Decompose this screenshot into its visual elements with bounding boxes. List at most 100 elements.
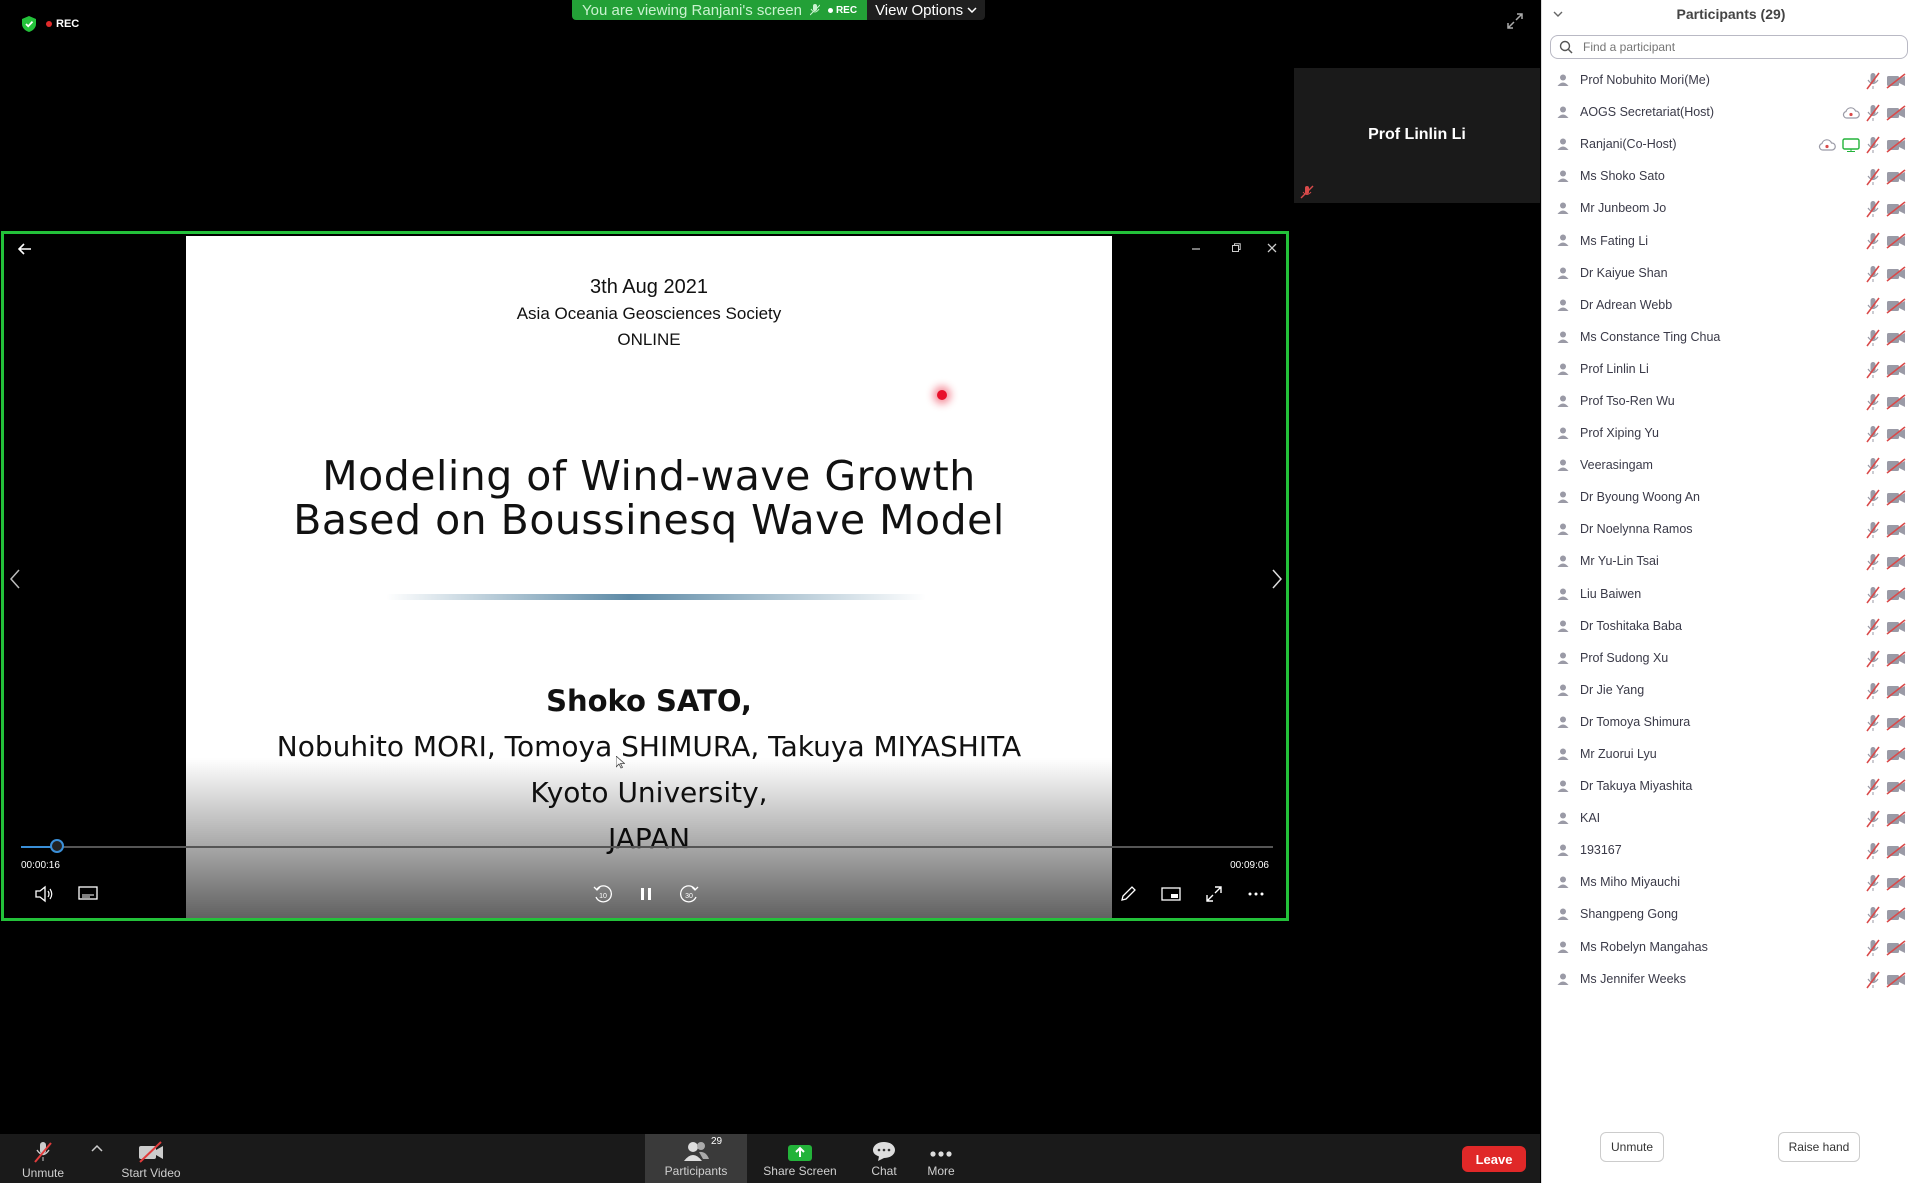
start-video-button[interactable]: Start Video — [118, 1134, 184, 1183]
muted-mic-icon[interactable] — [1866, 746, 1880, 769]
muted-mic-icon[interactable] — [1866, 618, 1880, 641]
video-off-icon[interactable] — [1886, 394, 1906, 415]
muted-mic-icon[interactable] — [1866, 874, 1880, 897]
video-off-icon[interactable] — [1886, 618, 1906, 640]
participant-row[interactable]: KAI — [1542, 802, 1920, 834]
pause-icon[interactable] — [634, 882, 658, 906]
muted-mic-icon[interactable] — [1866, 329, 1880, 352]
more-button[interactable]: More — [918, 1134, 964, 1183]
close-icon[interactable] — [1264, 240, 1280, 256]
participant-row[interactable]: Dr Kaiyue Shan — [1542, 257, 1920, 289]
muted-mic-icon[interactable] — [1866, 361, 1880, 384]
participant-row[interactable]: Mr Zuorui Lyu — [1542, 738, 1920, 770]
video-off-icon[interactable] — [1886, 458, 1906, 479]
participant-row[interactable]: Dr Takuya Miyashita — [1542, 770, 1920, 802]
chevron-right-icon[interactable] — [1270, 566, 1284, 592]
participant-row[interactable]: Prof Nobuhito Mori(Me) — [1542, 64, 1920, 96]
video-off-icon[interactable] — [1886, 490, 1906, 511]
muted-mic-icon[interactable] — [1866, 778, 1880, 801]
participant-row[interactable]: Veerasingam — [1542, 449, 1920, 481]
video-off-icon[interactable] — [1886, 298, 1906, 319]
muted-mic-icon[interactable] — [1866, 136, 1880, 159]
progress-knob[interactable] — [50, 839, 65, 853]
video-off-icon[interactable] — [1886, 715, 1906, 736]
audio-options-button[interactable] — [88, 1134, 106, 1183]
playback-progress-bar[interactable] — [21, 839, 1273, 853]
shield-icon[interactable] — [22, 16, 36, 32]
video-off-icon[interactable] — [1886, 233, 1906, 254]
chevron-left-icon[interactable] — [8, 566, 22, 592]
muted-mic-icon[interactable] — [1866, 425, 1880, 448]
video-off-icon[interactable] — [1886, 330, 1906, 351]
video-off-icon[interactable] — [1886, 105, 1906, 126]
video-off-icon[interactable] — [1886, 971, 1906, 993]
video-off-icon[interactable] — [1886, 362, 1906, 383]
muted-mic-icon[interactable] — [1866, 393, 1880, 416]
more-options-icon[interactable] — [1244, 882, 1268, 906]
participant-row[interactable]: 193167 — [1542, 834, 1920, 866]
muted-mic-icon[interactable] — [1866, 971, 1880, 994]
video-off-icon[interactable] — [1886, 265, 1906, 287]
participant-row[interactable]: Ms Constance Ting Chua — [1542, 321, 1920, 353]
muted-mic-icon[interactable] — [1866, 586, 1880, 609]
muted-mic-icon[interactable] — [1866, 457, 1880, 480]
fullscreen-icon[interactable] — [1506, 12, 1524, 30]
video-off-icon[interactable] — [1886, 586, 1906, 608]
muted-mic-icon[interactable] — [1866, 650, 1880, 673]
participant-row[interactable]: Liu Baiwen — [1542, 578, 1920, 610]
forward-30-icon[interactable]: 30 — [677, 882, 701, 906]
video-off-icon[interactable] — [1886, 683, 1906, 704]
share-screen-button[interactable]: Share Screen — [760, 1134, 840, 1183]
participant-row[interactable]: Dr Jie Yang — [1542, 674, 1920, 706]
panel-unmute-button[interactable]: Unmute — [1600, 1132, 1664, 1162]
muted-mic-icon[interactable] — [1866, 682, 1880, 705]
participant-row[interactable]: Ms Miho Miyauchi — [1542, 866, 1920, 898]
participant-row[interactable]: Ms Jennifer Weeks — [1542, 963, 1920, 995]
back-arrow-icon[interactable] — [16, 241, 34, 257]
muted-mic-icon[interactable] — [1866, 200, 1880, 223]
chat-button[interactable]: Chat — [860, 1134, 908, 1183]
participant-row[interactable]: Prof Xiping Yu — [1542, 417, 1920, 449]
participant-row[interactable]: AOGS Secretariat(Host) — [1542, 96, 1920, 128]
view-options-button[interactable]: View Options — [867, 0, 986, 20]
muted-mic-icon[interactable] — [1866, 842, 1880, 865]
video-off-icon[interactable] — [1886, 426, 1906, 447]
muted-mic-icon[interactable] — [1866, 265, 1880, 288]
participant-row[interactable]: Dr Tomoya Shimura — [1542, 706, 1920, 738]
captions-icon[interactable] — [76, 882, 100, 906]
muted-mic-icon[interactable] — [1866, 521, 1880, 544]
video-off-icon[interactable] — [1886, 939, 1906, 961]
video-off-icon[interactable] — [1886, 779, 1906, 800]
participant-row[interactable]: Prof Sudong Xu — [1542, 642, 1920, 674]
participant-row[interactable]: Prof Linlin Li — [1542, 353, 1920, 385]
muted-mic-icon[interactable] — [1866, 297, 1880, 320]
muted-mic-icon[interactable] — [1866, 104, 1880, 127]
muted-mic-icon[interactable] — [1866, 72, 1880, 95]
participant-row[interactable]: Dr Byoung Woong An — [1542, 481, 1920, 513]
video-off-icon[interactable] — [1886, 651, 1906, 672]
video-off-icon[interactable] — [1886, 747, 1906, 768]
video-off-icon[interactable] — [1886, 554, 1906, 575]
muted-mic-icon[interactable] — [1866, 553, 1880, 576]
restore-icon[interactable] — [1228, 240, 1244, 256]
unmute-button[interactable]: Unmute — [18, 1134, 68, 1183]
search-input[interactable] — [1581, 39, 1885, 55]
volume-icon[interactable] — [32, 882, 56, 906]
expand-icon[interactable] — [1202, 882, 1226, 906]
participant-row[interactable]: Ms Robelyn Mangahas — [1542, 931, 1920, 963]
participant-row[interactable]: Ranjani(Co-Host) — [1542, 128, 1920, 160]
muted-mic-icon[interactable] — [1866, 168, 1880, 191]
video-off-icon[interactable] — [1886, 73, 1906, 94]
participant-row[interactable]: Dr Noelynna Ramos — [1542, 513, 1920, 545]
participant-row[interactable]: Dr Adrean Webb — [1542, 289, 1920, 321]
leave-button[interactable]: Leave — [1462, 1146, 1526, 1172]
participant-row[interactable]: Mr Yu-Lin Tsai — [1542, 545, 1920, 577]
participant-row[interactable]: Mr Junbeom Jo — [1542, 192, 1920, 224]
participant-search[interactable] — [1550, 35, 1908, 59]
muted-mic-icon[interactable] — [1866, 939, 1880, 962]
video-off-icon[interactable] — [1886, 137, 1906, 158]
video-off-icon[interactable] — [1886, 907, 1906, 928]
muted-mic-icon[interactable] — [1866, 489, 1880, 512]
participant-row[interactable]: Shangpeng Gong — [1542, 898, 1920, 930]
muted-mic-icon[interactable] — [1866, 232, 1880, 255]
